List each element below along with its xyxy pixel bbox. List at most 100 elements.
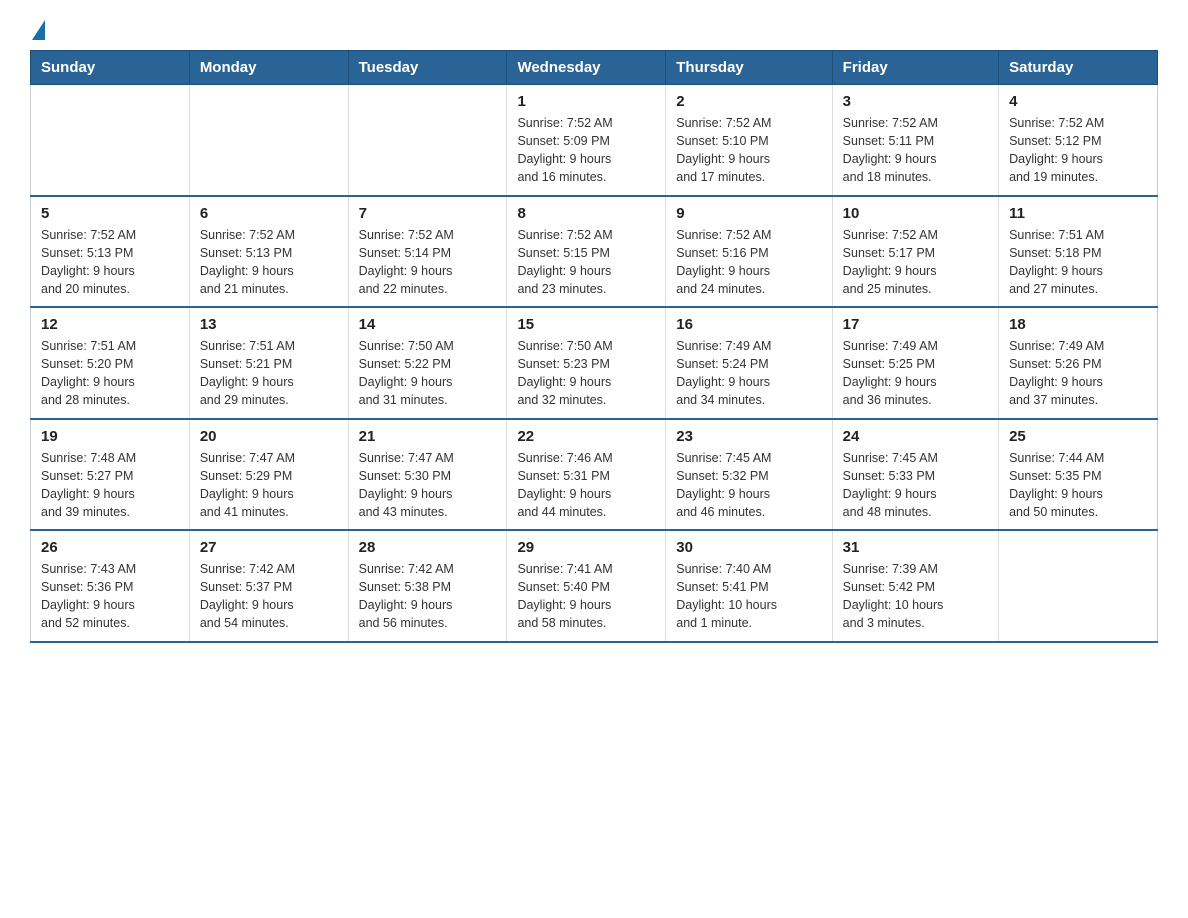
calendar-cell: 6Sunrise: 7:52 AM Sunset: 5:13 PM Daylig…: [189, 196, 348, 308]
day-number: 29: [517, 539, 655, 556]
calendar-cell: 28 Sunrise: 7:42 AM Sunset: 5:38 PM Dayli…: [348, 530, 507, 642]
calendar-cell: 5 Sunrise: 7:52 AM Sunset: 5:13 PM Daylig…: [31, 196, 190, 308]
day-number: 16: [676, 316, 821, 333]
day-info: Sunrise: 7:44 AM Sunset: 5:35 PM Dayligh…: [1009, 449, 1147, 522]
day-info: Sunrise: 7:49 AM Sunset: 5:26 PM Dayligh…: [1009, 337, 1147, 410]
calendar-cell: 20 Sunrise: 7:47 AM Sunset: 5:29 PM Dayli…: [189, 419, 348, 531]
day-number: 14: [359, 316, 497, 333]
day-info: Sunrise: 7:52 AM Sunset: 5:13 PM Dayligh…: [41, 226, 179, 299]
day-number: 28: [359, 539, 497, 556]
day-number: 11: [1009, 205, 1147, 222]
calendar-cell: [999, 530, 1158, 642]
day-info: Sunrise: 7:49 AM Sunset: 5:24 PM Dayligh…: [676, 337, 821, 410]
calendar-header-wednesday: Wednesday: [507, 51, 666, 85]
day-info: Sunrise: 7:45 AM Sunset: 5:32 PM Dayligh…: [676, 449, 821, 522]
day-info: Sunrise: 7:47 AM Sunset: 5:30 PM Dayligh…: [359, 449, 497, 522]
day-info: Sunrise: 7:39 AM Sunset: 5:42 PM Dayligh…: [843, 560, 988, 633]
day-info: Sunrise: 7:52 AM Sunset: 5:17 PM Dayligh…: [843, 226, 988, 299]
calendar-cell: 18Sunrise: 7:49 AM Sunset: 5:26 PM Dayli…: [999, 307, 1158, 419]
day-info: Sunrise: 7:50 AM Sunset: 5:22 PM Dayligh…: [359, 337, 497, 410]
calendar-cell: 26 Sunrise: 7:43 AM Sunset: 5:36 PM Dayli…: [31, 530, 190, 642]
day-number: 25: [1009, 428, 1147, 445]
calendar-header-tuesday: Tuesday: [348, 51, 507, 85]
day-number: 8: [517, 205, 655, 222]
calendar-week-row: 1 Sunrise: 7:52 AM Sunset: 5:09 PM Daylig…: [31, 85, 1158, 196]
day-info: Sunrise: 7:42 AM Sunset: 5:38 PM Dayligh…: [359, 560, 497, 633]
calendar-header-monday: Monday: [189, 51, 348, 85]
calendar-cell: 3 Sunrise: 7:52 AM Sunset: 5:11 PM Daylig…: [832, 85, 998, 196]
calendar-cell: 1 Sunrise: 7:52 AM Sunset: 5:09 PM Daylig…: [507, 85, 666, 196]
day-number: 4: [1009, 93, 1147, 110]
day-info: Sunrise: 7:52 AM Sunset: 5:12 PM Dayligh…: [1009, 114, 1147, 187]
calendar-cell: 19Sunrise: 7:48 AM Sunset: 5:27 PM Dayli…: [31, 419, 190, 531]
calendar-week-row: 12 Sunrise: 7:51 AM Sunset: 5:20 PM Dayli…: [31, 307, 1158, 419]
day-info: Sunrise: 7:52 AM Sunset: 5:13 PM Dayligh…: [200, 226, 338, 299]
day-number: 1: [517, 93, 655, 110]
calendar-cell: 9 Sunrise: 7:52 AM Sunset: 5:16 PM Daylig…: [666, 196, 832, 308]
calendar-header-row: SundayMondayTuesdayWednesdayThursdayFrid…: [31, 51, 1158, 85]
day-number: 21: [359, 428, 497, 445]
day-info: Sunrise: 7:52 AM Sunset: 5:15 PM Dayligh…: [517, 226, 655, 299]
calendar-cell: 11Sunrise: 7:51 AM Sunset: 5:18 PM Dayli…: [999, 196, 1158, 308]
day-info: Sunrise: 7:52 AM Sunset: 5:16 PM Dayligh…: [676, 226, 821, 299]
calendar-cell: 15 Sunrise: 7:50 AM Sunset: 5:23 PM Dayli…: [507, 307, 666, 419]
day-number: 31: [843, 539, 988, 556]
day-number: 17: [843, 316, 988, 333]
calendar-table: SundayMondayTuesdayWednesdayThursdayFrid…: [30, 50, 1158, 643]
day-number: 15: [517, 316, 655, 333]
day-number: 2: [676, 93, 821, 110]
calendar-cell: 7 Sunrise: 7:52 AM Sunset: 5:14 PM Daylig…: [348, 196, 507, 308]
day-number: 24: [843, 428, 988, 445]
calendar-cell: 31 Sunrise: 7:39 AM Sunset: 5:42 PM Dayli…: [832, 530, 998, 642]
day-info: Sunrise: 7:47 AM Sunset: 5:29 PM Dayligh…: [200, 449, 338, 522]
calendar-cell: 2 Sunrise: 7:52 AM Sunset: 5:10 PM Daylig…: [666, 85, 832, 196]
calendar-week-row: 5 Sunrise: 7:52 AM Sunset: 5:13 PM Daylig…: [31, 196, 1158, 308]
day-info: Sunrise: 7:46 AM Sunset: 5:31 PM Dayligh…: [517, 449, 655, 522]
day-number: 20: [200, 428, 338, 445]
day-number: 13: [200, 316, 338, 333]
calendar-cell: [189, 85, 348, 196]
day-info: Sunrise: 7:41 AM Sunset: 5:40 PM Dayligh…: [517, 560, 655, 633]
calendar-header-friday: Friday: [832, 51, 998, 85]
day-info: Sunrise: 7:50 AM Sunset: 5:23 PM Dayligh…: [517, 337, 655, 410]
day-info: Sunrise: 7:51 AM Sunset: 5:20 PM Dayligh…: [41, 337, 179, 410]
day-info: Sunrise: 7:51 AM Sunset: 5:21 PM Dayligh…: [200, 337, 338, 410]
calendar-week-row: 26 Sunrise: 7:43 AM Sunset: 5:36 PM Dayli…: [31, 530, 1158, 642]
day-info: Sunrise: 7:52 AM Sunset: 5:10 PM Dayligh…: [676, 114, 821, 187]
calendar-cell: [348, 85, 507, 196]
calendar-header-sunday: Sunday: [31, 51, 190, 85]
day-info: Sunrise: 7:52 AM Sunset: 5:09 PM Dayligh…: [517, 114, 655, 187]
logo: [30, 20, 45, 40]
calendar-cell: 16 Sunrise: 7:49 AM Sunset: 5:24 PM Dayli…: [666, 307, 832, 419]
day-number: 7: [359, 205, 497, 222]
calendar-cell: 14 Sunrise: 7:50 AM Sunset: 5:22 PM Dayli…: [348, 307, 507, 419]
day-number: 9: [676, 205, 821, 222]
day-number: 26: [41, 539, 179, 556]
day-number: 3: [843, 93, 988, 110]
calendar-cell: 25 Sunrise: 7:44 AM Sunset: 5:35 PM Dayli…: [999, 419, 1158, 531]
calendar-cell: 12 Sunrise: 7:51 AM Sunset: 5:20 PM Dayli…: [31, 307, 190, 419]
calendar-cell: 29 Sunrise: 7:41 AM Sunset: 5:40 PM Dayli…: [507, 530, 666, 642]
day-info: Sunrise: 7:48 AM Sunset: 5:27 PM Dayligh…: [41, 449, 179, 522]
day-info: Sunrise: 7:40 AM Sunset: 5:41 PM Dayligh…: [676, 560, 821, 633]
day-number: 5: [41, 205, 179, 222]
day-info: Sunrise: 7:52 AM Sunset: 5:14 PM Dayligh…: [359, 226, 497, 299]
calendar-header-thursday: Thursday: [666, 51, 832, 85]
calendar-cell: 27 Sunrise: 7:42 AM Sunset: 5:37 PM Dayli…: [189, 530, 348, 642]
calendar-cell: [31, 85, 190, 196]
day-info: Sunrise: 7:43 AM Sunset: 5:36 PM Dayligh…: [41, 560, 179, 633]
day-info: Sunrise: 7:42 AM Sunset: 5:37 PM Dayligh…: [200, 560, 338, 633]
day-info: Sunrise: 7:49 AM Sunset: 5:25 PM Dayligh…: [843, 337, 988, 410]
calendar-cell: 4 Sunrise: 7:52 AM Sunset: 5:12 PM Daylig…: [999, 85, 1158, 196]
day-number: 27: [200, 539, 338, 556]
calendar-header-saturday: Saturday: [999, 51, 1158, 85]
day-info: Sunrise: 7:52 AM Sunset: 5:11 PM Dayligh…: [843, 114, 988, 187]
calendar-cell: 17 Sunrise: 7:49 AM Sunset: 5:25 PM Dayli…: [832, 307, 998, 419]
calendar-cell: 23Sunrise: 7:45 AM Sunset: 5:32 PM Dayli…: [666, 419, 832, 531]
day-number: 30: [676, 539, 821, 556]
calendar-cell: 10Sunrise: 7:52 AM Sunset: 5:17 PM Dayli…: [832, 196, 998, 308]
calendar-cell: 8 Sunrise: 7:52 AM Sunset: 5:15 PM Daylig…: [507, 196, 666, 308]
page-header: [30, 20, 1158, 40]
day-number: 12: [41, 316, 179, 333]
day-number: 22: [517, 428, 655, 445]
